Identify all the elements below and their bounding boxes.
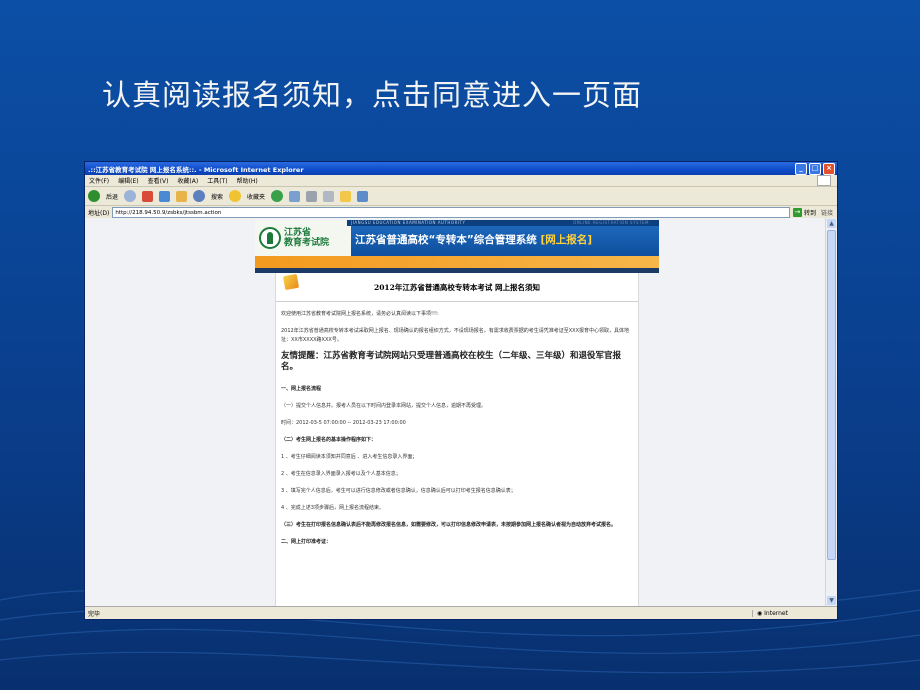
site-banner: 江苏省 教育考试院 JIANGSU EDUCATION EXAMINATION … [255,220,659,256]
banner-title: 江苏省普通高校“专转本”综合管理系统 [网上报名] [355,234,593,246]
section-1-heading: 一、网上报名流程 [281,386,322,392]
back-icon[interactable] [88,190,100,202]
notice-title: 2012年江苏省普通高校专转本考试 网上报名须知 [374,282,540,292]
vertical-scrollbar[interactable]: ▲ ▼ [825,218,837,606]
friendly-reminder: 友情提醒：江苏省教育考试院网站只受理普通高校在校生（二年级、三年级）和退役军官报… [281,351,622,372]
address-url: http://218.94.50.9/zsbks/jtssbm.action [115,209,222,216]
step-1: 1 、考生仔细阅读本须知并同意后 、进入考生信息录入界面； [281,454,418,460]
address-label: 地址(D) [88,210,110,217]
banner-title-highlight: [网上报名] [540,234,593,246]
menu-help[interactable]: 帮助(H) [237,176,258,185]
go-button[interactable]: → 转到 [792,208,816,217]
exam-authority-emblem-icon [259,227,281,249]
status-text: 完毕 [88,610,101,618]
go-label: 转到 [803,210,816,217]
section-1-item-2: （二）考生网上报名的基本操作程序如下： [281,437,377,443]
address-input[interactable]: http://218.94.50.9/zsbks/jtssbm.action [112,207,790,218]
registration-time: 时间：2012-03-5 07:00:00 -- 2012-03-23 17:0… [281,420,406,426]
mail-icon[interactable] [289,190,301,202]
search-button-label[interactable]: 搜索 [211,192,223,201]
window-title: .::江苏省教育考试院 网上报名系统::. - Microsoft Intern… [88,165,304,174]
section-1-item-1: （一）提交个人信息并。报考人员在以下时间内登录本网站，提交个人信息，逾期不再受理… [281,403,487,409]
windows-flag-icon [817,175,831,186]
history-icon[interactable] [271,190,284,202]
minimize-icon[interactable]: _ [795,162,807,175]
menu-view[interactable]: 查看(V) [148,176,169,185]
orange-bar [255,256,659,268]
home-icon[interactable] [176,190,188,202]
window-titlebar[interactable]: .::江苏省教育考试院 网上报名系统::. - Microsoft Intern… [85,162,837,175]
favorites-button-label[interactable]: 收藏夹 [247,192,265,201]
notice-method: 2012年江苏省普通高校专转本考试采取网上报名、现场确认的报名组织方式，不设现场… [281,328,630,343]
menu-tools[interactable]: 工具(T) [207,176,227,185]
folder-icon[interactable] [340,190,352,202]
browser-window: .::江苏省教育考试院 网上报名系统::. - Microsoft Intern… [84,161,838,620]
slide-title: 认真阅读报名须知，点击同意进入一页面 [102,78,643,112]
notice-pencil-icon [282,273,300,291]
step-3: 3 、填写完个人信息后，考生可以进行信息修改或者信息确认，信息确认后可以打印考生… [281,488,516,494]
notice-header: 2012年江苏省普通高校专转本考试 网上报名须知 [276,273,638,302]
go-arrow-icon: → [792,208,802,217]
page-viewport: 江苏省 教育考试院 JIANGSU EDUCATION EXAMINATION … [85,218,825,606]
step-2: 2 、考生在信息录入界面录入报考以及个人基本信息； [281,471,401,477]
scroll-thumb[interactable] [827,230,836,560]
logo-line-2: 教育考试院 [284,238,330,248]
edit-icon[interactable] [323,190,335,202]
status-zone: ◉ Internet [752,609,837,617]
print-icon[interactable] [306,190,318,202]
messenger-icon[interactable] [357,190,369,202]
strip-left-text: JIANGSU EDUCATION EXAMINATION AUTHORITY [351,220,466,225]
scroll-up-icon[interactable]: ▲ [827,219,836,228]
search-icon[interactable] [193,190,206,202]
registration-page: 江苏省 教育考试院 JIANGSU EDUCATION EXAMINATION … [255,220,659,606]
forward-icon[interactable] [124,190,137,202]
menu-file[interactable]: 文件(F) [89,176,109,185]
logo-line-1: 江苏省 [284,228,312,238]
links-button[interactable]: 链接 [821,208,833,217]
stop-icon[interactable] [142,190,154,202]
site-logo: 江苏省 教育考试院 [255,220,351,256]
menu-favorites[interactable]: 收藏(A) [177,176,198,185]
notice-content: 2012年江苏省普通高校专转本考试 网上报名须知 欢迎使用江苏省教育考试院网上报… [275,273,639,606]
scroll-down-icon[interactable]: ▼ [827,596,836,605]
maximize-icon[interactable]: □ [809,162,821,175]
section-1-item-3: （三）考生在打印报名信息确认表后不能再修改报名信息，如需要修改，可以打印信息修改… [281,522,617,528]
menu-bar: 文件(F) 编辑(E) 查看(V) 收藏(A) 工具(T) 帮助(H) [85,175,837,187]
browser-toolbar: 后退 搜索 收藏夹 [85,187,837,206]
notice-intro: 欢迎使用江苏省教育考试院网上报名系统，请务必认真阅读以下事项!!!: [281,311,439,317]
menu-edit[interactable]: 编辑(E) [118,176,138,185]
back-button-label[interactable]: 后退 [106,192,118,201]
strip-right-text: ONLINE REGISTRATION SYSTEM [573,220,649,225]
banner-strip: JIANGSU EDUCATION EXAMINATION AUTHORITY … [347,220,659,226]
close-icon[interactable]: × [823,162,835,175]
status-bar: 完毕 ◉ Internet [85,606,837,619]
favorites-star-icon[interactable] [229,190,242,202]
refresh-icon[interactable] [159,190,171,202]
section-2-heading: 二、网上打印准考证： [281,539,332,545]
step-4: 4 、完成上述3项步骤后，网上报名流程结束。 [281,505,384,511]
